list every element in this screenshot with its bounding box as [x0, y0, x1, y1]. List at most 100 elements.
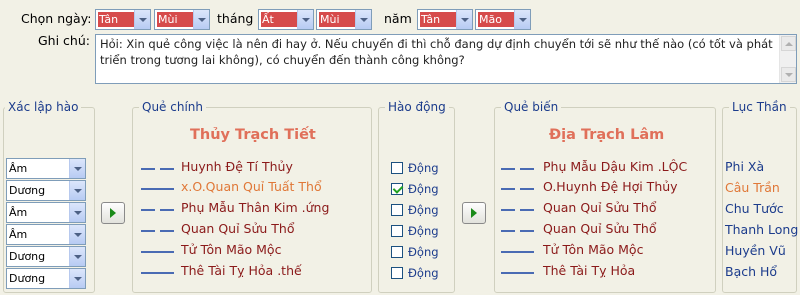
yin-line-bar — [141, 230, 155, 232]
moving-line-1-checkbox[interactable]: Động — [391, 161, 439, 175]
build-hexagram-button[interactable] — [101, 202, 125, 224]
month-chi-select[interactable]: Mùi — [316, 9, 372, 30]
setup-line-6-select[interactable]: Dương — [6, 268, 86, 289]
spirit-3: Chu Tước — [725, 201, 784, 216]
checkbox-label: Động — [408, 182, 439, 196]
moving-line-2-checkbox[interactable]: Động — [391, 182, 439, 196]
yang-line-bar — [501, 251, 534, 253]
note-scrollbar[interactable] — [779, 35, 796, 83]
yang-line-bar — [501, 272, 534, 274]
year-label: năm — [384, 11, 412, 26]
note-textarea[interactable]: Hỏi: Xin quẻ công việc là nên đi hay ở. … — [95, 34, 797, 84]
setup-line-5-value: Dương — [9, 250, 46, 263]
main-line-2: x.O.Quan Quỉ Tuất Thổ — [181, 179, 322, 194]
moving-line-6-checkbox[interactable]: Động — [391, 266, 439, 280]
yang-line-bar — [141, 188, 174, 190]
yin-line-bar — [501, 168, 515, 170]
main-line-4: Quan Quỉ Sửu Thổ — [181, 221, 295, 236]
yin-line-bar — [141, 168, 155, 170]
chevron-down-icon[interactable] — [514, 10, 530, 29]
checkbox-box[interactable] — [391, 162, 403, 174]
chevron-down-icon[interactable] — [69, 159, 85, 178]
transform-hexagram-button[interactable] — [462, 202, 486, 224]
month-label: tháng — [217, 11, 254, 26]
scroll-down-icon[interactable] — [781, 67, 796, 82]
scroll-up-icon[interactable] — [781, 36, 796, 51]
moving-lines-title: Hào động — [385, 100, 449, 114]
checkbox-label: Động — [408, 245, 439, 259]
year-can-select[interactable]: Tân — [417, 9, 473, 30]
changed-line-6: Thê Tài Tỵ Hỏa — [543, 263, 636, 278]
spirit-6: Bạch Hổ — [725, 264, 778, 279]
spirit-4: Thanh Long — [725, 222, 799, 237]
setup-line-2-value: Dương — [9, 184, 46, 197]
checkbox-box[interactable] — [391, 246, 403, 258]
yin-line-bar — [160, 230, 174, 232]
changed-line-5: Tử Tôn Mão Mộc — [543, 242, 644, 257]
setup-line-3-value: Âm — [9, 206, 28, 219]
yin-line-bar — [520, 230, 534, 232]
yin-line-bar — [501, 188, 515, 190]
chevron-down-icon[interactable] — [193, 10, 209, 29]
month-chi-value: Mùi — [319, 12, 355, 27]
note-label: Ghi chú: — [38, 33, 90, 48]
checkbox-label: Động — [408, 161, 439, 175]
setup-line-1-select[interactable]: Âm — [6, 158, 86, 179]
chevron-down-icon[interactable] — [456, 10, 472, 29]
play-icon — [471, 208, 477, 218]
checkbox-label: Động — [408, 203, 439, 217]
setup-line-1-value: Âm — [9, 162, 28, 175]
main-hexagram-title: Quẻ chính — [139, 100, 206, 114]
yin-line-bar — [501, 209, 515, 211]
checkbox-label: Động — [408, 266, 439, 280]
changed-hexagram-name: Địa Trạch Lâm — [549, 127, 665, 143]
yin-line-bar — [520, 188, 534, 190]
setup-line-4-value: Âm — [9, 228, 28, 241]
day-can-select[interactable]: Tân — [95, 9, 151, 30]
setup-line-5-select[interactable]: Dương — [6, 246, 86, 267]
moving-line-3-checkbox[interactable]: Động — [391, 203, 439, 217]
chevron-down-icon[interactable] — [355, 10, 371, 29]
setup-group-title: Xác lập hào — [5, 100, 82, 114]
checkbox-box-checked[interactable] — [391, 183, 403, 195]
checkbox-box[interactable] — [391, 204, 403, 216]
chevron-down-icon[interactable] — [69, 225, 85, 244]
moving-line-5-checkbox[interactable]: Động — [391, 245, 439, 259]
checkbox-label: Động — [408, 224, 439, 238]
chevron-down-icon[interactable] — [69, 181, 85, 200]
date-label: Chọn ngày: — [21, 11, 92, 26]
main-hexagram-name: Thủy Trạch Tiết — [190, 127, 316, 143]
yin-line-bar — [501, 230, 515, 232]
changed-line-1: Phụ Mẫu Dậu Kim .LỘC — [543, 159, 688, 174]
year-chi-select[interactable]: Mão — [475, 9, 531, 30]
year-can-value: Tân — [420, 12, 456, 27]
yin-line-bar — [160, 209, 174, 211]
setup-line-2-select[interactable]: Dương — [6, 180, 86, 201]
chevron-down-icon[interactable] — [69, 269, 85, 288]
main-line-5: Tử Tôn Mão Mộc — [181, 242, 282, 257]
chevron-down-icon[interactable] — [69, 247, 85, 266]
chevron-down-icon[interactable] — [297, 10, 313, 29]
month-can-value: Ất — [261, 12, 297, 27]
day-chi-value: Mùi — [157, 12, 193, 27]
main-line-1: Huynh Đệ Tí Thủy — [181, 159, 293, 174]
chevron-down-icon[interactable] — [69, 203, 85, 222]
month-can-select[interactable]: Ất — [258, 9, 314, 30]
main-line-6: Thê Tài Tỵ Hỏa .thế — [181, 263, 302, 278]
yin-line-bar — [520, 209, 534, 211]
day-can-value: Tân — [98, 12, 134, 27]
changed-line-2: O.Huynh Đệ Hợi Thủy — [543, 179, 678, 194]
spirit-2: Câu Trần — [725, 180, 780, 195]
setup-line-3-select[interactable]: Âm — [6, 202, 86, 223]
yin-line-bar — [141, 209, 155, 211]
day-chi-select[interactable]: Mùi — [154, 9, 210, 30]
setup-line-4-select[interactable]: Âm — [6, 224, 86, 245]
yin-line-bar — [520, 168, 534, 170]
main-line-3: Phụ Mẫu Thân Kim .ứng — [181, 200, 330, 215]
yin-line-bar — [160, 168, 174, 170]
chevron-down-icon[interactable] — [134, 10, 150, 29]
checkbox-box[interactable] — [391, 225, 403, 237]
checkbox-box[interactable] — [391, 267, 403, 279]
setup-line-6-value: Dương — [9, 272, 46, 285]
moving-line-4-checkbox[interactable]: Động — [391, 224, 439, 238]
